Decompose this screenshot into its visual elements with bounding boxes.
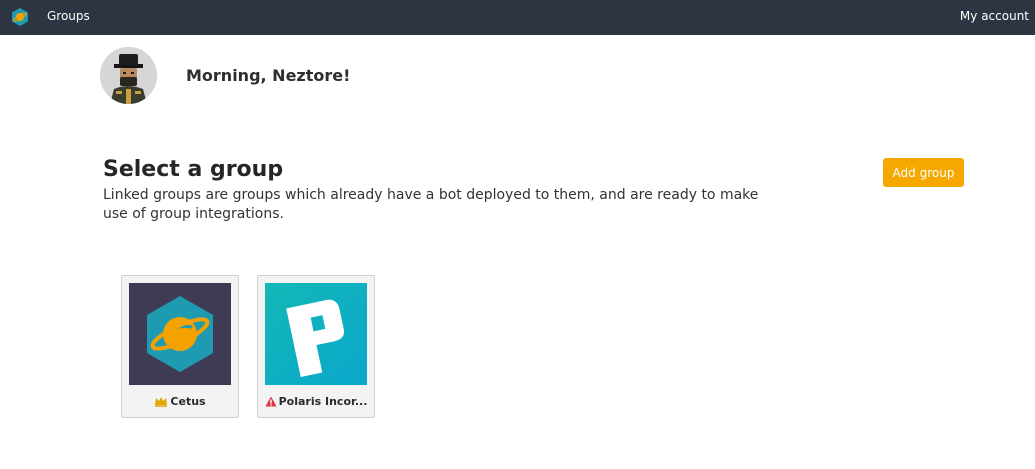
nav-link-groups[interactable]: Groups: [47, 9, 90, 23]
add-group-button[interactable]: Add group: [883, 158, 964, 187]
polaris-logo-icon: [286, 299, 345, 378]
nav-link-my-account[interactable]: My account: [960, 9, 1029, 23]
cetus-logo-icon: [147, 296, 213, 372]
group-name: Cetus: [170, 395, 206, 408]
group-image-polaris: [265, 283, 367, 385]
group-card-polaris[interactable]: Polaris Incor...: [257, 275, 375, 418]
page-description: Linked groups are groups which already h…: [103, 187, 759, 222]
user-avatar: [100, 47, 157, 104]
group-image-cetus: [129, 283, 231, 385]
warning-icon: [265, 396, 277, 407]
crown-icon: [155, 397, 168, 407]
group-name: Polaris Incor...: [278, 395, 368, 408]
avatar-illustration: [100, 47, 157, 104]
page-title: Select a group: [103, 157, 284, 182]
group-card-label: Cetus: [126, 395, 234, 408]
group-card-label: Polaris Incor...: [262, 395, 370, 408]
top-navbar: Groups My account: [0, 0, 1035, 35]
group-card-cetus[interactable]: Cetus: [121, 275, 239, 418]
greeting-text: Morning, Neztore!: [186, 66, 351, 85]
hexagon-planet-logo-icon[interactable]: [10, 7, 30, 27]
